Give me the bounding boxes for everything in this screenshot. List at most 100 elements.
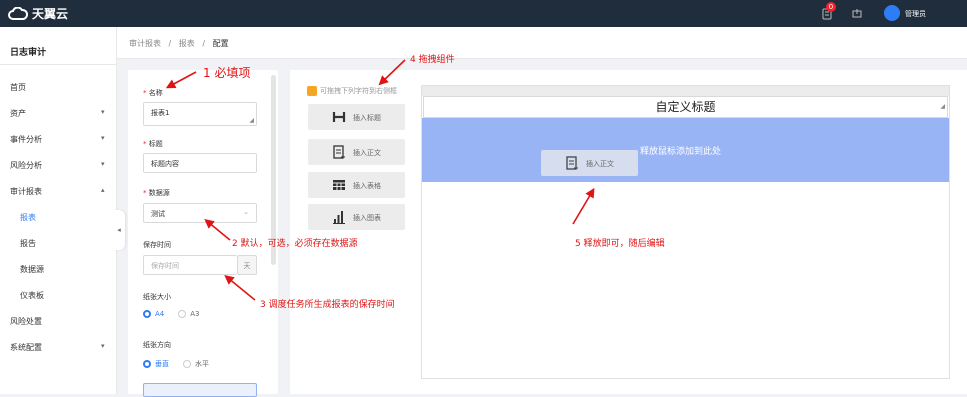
- chevron-up-icon: ▴: [101, 186, 105, 194]
- title-value: 标题内容: [151, 160, 179, 168]
- cloud-logo-icon: [8, 6, 28, 20]
- sidebar-item-label: 审计报表: [10, 187, 42, 196]
- sidebar-item-label: 首页: [10, 83, 26, 92]
- config-form-panel: * 名称 报表1 ◢ * 标题 标题内容 * 数据源 测试 ⌄ 保存时间 保存时间 …: [128, 70, 278, 397]
- retention-input[interactable]: 保存时间: [143, 255, 237, 275]
- annotation-drag: 4 拖拽组件: [410, 55, 455, 65]
- app-name: 天翼云: [32, 7, 69, 21]
- palette-item-table[interactable]: 插入表格: [308, 172, 405, 198]
- radio-vertical[interactable]: 垂直: [143, 359, 169, 369]
- report-design-area[interactable]: 自定义标题 ◢ 释放鼠标添加到此处 插入正文: [421, 85, 950, 379]
- breadcrumb-separator: /: [168, 39, 172, 48]
- retention-label: 保存时间: [143, 241, 171, 249]
- top-navbar: 天翼云 0 管理员: [0, 0, 967, 27]
- palette-item-chart[interactable]: 插入图表: [308, 204, 405, 230]
- datasource-value: 测试: [151, 210, 165, 218]
- sidebar-item-label: 风险处置: [10, 317, 42, 326]
- radio-checked-icon: [143, 310, 151, 318]
- palette-item-heading[interactable]: 插入标题: [308, 104, 405, 130]
- palette-item-label: 插入表格: [353, 182, 381, 190]
- sidebar-item-label: 报告: [20, 239, 36, 248]
- paper-size-radio-group: A4 A3: [143, 310, 200, 318]
- sidebar-item-label: 资产: [10, 109, 26, 118]
- dragging-component-label: 插入正文: [586, 160, 614, 168]
- chevron-down-icon: ▾: [101, 342, 105, 350]
- fullscreen-icon[interactable]: [850, 6, 864, 20]
- tip-icon: [307, 86, 317, 96]
- heading-icon: [332, 112, 346, 122]
- breadcrumb-bar: 审计报表 / 报表 / 配置: [117, 27, 967, 59]
- title-label: * 标题: [143, 140, 163, 148]
- palette-item-text[interactable]: 插入正文: [308, 139, 405, 165]
- sidebar-item-risk-analysis[interactable]: 风险分析 ▾: [0, 155, 117, 175]
- sidebar-item-label: 数据源: [20, 265, 44, 274]
- sidebar-item-risk-handling[interactable]: 风险处置: [0, 311, 117, 331]
- retention-placeholder: 保存时间: [151, 262, 179, 270]
- chevron-down-icon: ▾: [101, 134, 105, 142]
- retention-unit: 天: [237, 255, 257, 275]
- orientation-label: 纸张方向: [143, 341, 171, 349]
- radio-a4[interactable]: A4: [143, 310, 164, 318]
- chevron-down-icon: ▾: [101, 108, 105, 116]
- paper-size-label: 纸张大小: [143, 293, 171, 301]
- breadcrumb-item-config: 配置: [212, 39, 229, 48]
- sidebar-item-label: 事件分析: [10, 135, 42, 144]
- sidebar-item-assets[interactable]: 资产 ▾: [0, 103, 117, 123]
- datasource-select[interactable]: 测试 ⌄: [143, 203, 257, 223]
- resize-handle-icon[interactable]: ◢: [940, 97, 945, 117]
- radio-a4-label: A4: [155, 310, 165, 318]
- radio-horizontal-label: 水平: [195, 360, 209, 368]
- sidebar-item-system-config[interactable]: 系统配置 ▾: [0, 337, 117, 357]
- sidebar-item-reports[interactable]: 报表: [0, 207, 117, 227]
- user-name[interactable]: 管理员: [905, 9, 926, 19]
- divider: [0, 64, 117, 65]
- breadcrumb-item-audit-reports[interactable]: 审计报表: [129, 39, 161, 48]
- report-title-textarea[interactable]: 自定义标题 ◢: [423, 96, 948, 118]
- sidebar: 日志审计 首页 资产 ▾ 事件分析 ▾ 风险分析 ▾ 审计报表 ▴ 报表 报告 数据源 …: [0, 27, 117, 394]
- notification-badge: 0: [826, 2, 836, 12]
- datasource-label-text: 数据源: [148, 189, 170, 197]
- sidebar-item-home[interactable]: 首页: [0, 77, 117, 97]
- breadcrumb: 审计报表 / 报表 / 配置: [129, 38, 229, 49]
- breadcrumb-item-reports[interactable]: 报表: [179, 39, 195, 48]
- caret-left-icon: ◂: [117, 226, 121, 234]
- radio-horizontal[interactable]: 水平: [183, 359, 209, 369]
- title-label-text: 标题: [148, 140, 163, 148]
- name-textarea[interactable]: 报表1 ◢: [143, 102, 257, 126]
- app-logo[interactable]: 天翼云: [8, 5, 68, 22]
- name-value: 报表1: [151, 109, 170, 117]
- drop-zone-text: 释放鼠标添加到此处: [640, 147, 722, 157]
- text-doc-icon: [566, 156, 578, 170]
- bottom-action-button[interactable]: [143, 383, 257, 397]
- orientation-radio-group: 垂直 水平: [143, 359, 209, 369]
- sidebar-item-datasource[interactable]: 数据源: [0, 259, 117, 279]
- radio-unchecked-icon: [178, 310, 187, 318]
- annotation-retention: 3 调度任务所生成报表的保存时间: [260, 300, 395, 310]
- text-doc-icon: [333, 145, 345, 159]
- sidebar-collapse-toggle[interactable]: ◂: [113, 210, 125, 250]
- sidebar-item-event-analysis[interactable]: 事件分析 ▾: [0, 129, 117, 149]
- palette-item-label: 插入标题: [353, 114, 381, 122]
- palette-hint: 可拖拽下列字符到右侧框: [307, 86, 397, 96]
- name-label: * 名称: [143, 89, 163, 97]
- sidebar-item-dashboard[interactable]: 仪表板: [0, 285, 117, 305]
- palette-item-label: 插入正文: [353, 149, 381, 157]
- table-icon: [333, 180, 345, 190]
- design-header-bar: [422, 86, 949, 96]
- annotation-required: 1 必填项: [203, 66, 251, 80]
- sidebar-item-label: 系统配置: [10, 343, 42, 352]
- datasource-label: * 数据源: [143, 189, 170, 197]
- drop-zone[interactable]: 释放鼠标添加到此处 插入正文: [422, 118, 949, 182]
- report-title-value: 自定义标题: [655, 100, 716, 114]
- palette-hint-text: 可拖拽下列字符到右侧框: [320, 87, 397, 95]
- sidebar-item-label: 报表: [20, 213, 36, 222]
- radio-a3[interactable]: A3: [178, 310, 200, 318]
- user-avatar-icon[interactable]: [884, 5, 900, 21]
- title-input[interactable]: 标题内容: [143, 153, 257, 173]
- sidebar-item-report[interactable]: 报告: [0, 233, 117, 253]
- annotation-release: 5 释放即可，随后编辑: [575, 239, 665, 249]
- resize-handle-icon[interactable]: ◢: [249, 117, 254, 124]
- dragging-component[interactable]: 插入正文: [541, 150, 638, 176]
- sidebar-item-audit-reports[interactable]: 审计报表 ▴: [0, 181, 117, 201]
- sidebar-item-label: 仪表板: [20, 291, 44, 300]
